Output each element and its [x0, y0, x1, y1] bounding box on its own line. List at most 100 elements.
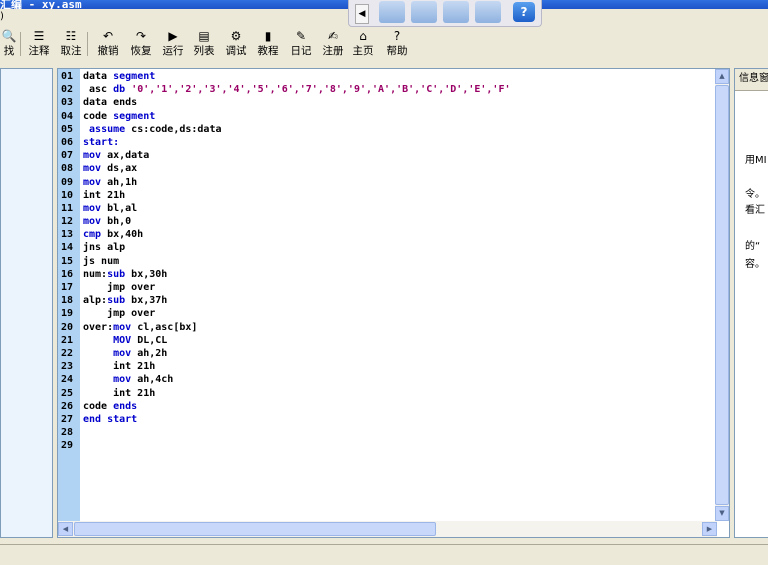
code-line[interactable]: 28: [61, 426, 510, 439]
code-line[interactable]: 02 asc db '0','1','2','3','4','5','6','7…: [61, 83, 510, 96]
code-text: over:: [83, 321, 114, 333]
code-line[interactable]: 06 start:: [61, 136, 510, 149]
code-line[interactable]: 05 assume cs:code,ds:data: [61, 123, 510, 136]
code-editor[interactable]: 01 data segment 02 asc db '0','1','2','3',…: [57, 68, 730, 538]
code-text: data: [83, 71, 114, 82]
toolbar-button-register[interactable]: ✍ 注册: [318, 28, 348, 62]
code-text: jmp over: [83, 308, 156, 320]
code-keyword: start:: [83, 136, 120, 148]
scroll-down-icon[interactable]: ▼: [715, 506, 729, 521]
code-line[interactable]: 13 cmp bx,40h: [61, 228, 510, 241]
info-panel-title: 信息窗: [735, 69, 768, 91]
code-line[interactable]: 26 code ends: [61, 400, 510, 413]
line-number: 07: [61, 150, 74, 162]
toolbar-button-label: 注释: [28, 45, 50, 57]
code-line[interactable]: 16 num:sub bx,30h: [61, 268, 510, 281]
line-number: 03: [61, 97, 74, 109]
help-icon: ?: [393, 29, 401, 43]
line-number: 05: [61, 123, 74, 135]
arrow-left-icon[interactable]: ◀: [355, 4, 369, 24]
export-icon[interactable]: [475, 1, 501, 23]
scroll-left-icon[interactable]: ◀: [58, 522, 73, 536]
code-text: cl,asc[bx]: [131, 321, 198, 333]
code-line[interactable]: 10 int 21h: [61, 189, 510, 202]
code-keyword: segment: [113, 71, 156, 82]
toolbar-button-uncomment[interactable]: ☷ 取注: [56, 28, 86, 62]
line-number: 22: [61, 347, 74, 359]
floating-toolbar: ◀ ?: [348, 0, 542, 27]
info-text: 令。: [745, 189, 765, 200]
code-area[interactable]: 01 data segment 02 asc db '0','1','2','3',…: [61, 70, 510, 452]
code-keyword: mov: [83, 150, 102, 162]
code-line[interactable]: 29: [61, 439, 510, 452]
code-line[interactable]: 04 code segment: [61, 110, 510, 123]
code-line[interactable]: 15 js num: [61, 255, 510, 268]
toolbar-button-label: 恢复: [130, 45, 152, 57]
code-line[interactable]: 25 int 21h: [61, 387, 510, 400]
code-text: int 21h: [83, 189, 126, 201]
code-line[interactable]: 27 end start: [61, 413, 510, 426]
scroll-right-icon[interactable]: ▶: [702, 522, 717, 536]
code-text: int 21h: [83, 387, 156, 399]
toolbar-button-run[interactable]: ▶ 运行: [158, 28, 188, 62]
code-line[interactable]: 11 mov bl,al: [61, 202, 510, 215]
code-line[interactable]: 12 mov bh,0: [61, 215, 510, 228]
vertical-scroll-thumb[interactable]: [715, 85, 729, 505]
code-line[interactable]: 03 data ends: [61, 96, 510, 109]
toolbar-button-diary[interactable]: ✎ 日记: [286, 28, 316, 62]
code-line[interactable]: 22 mov ah,2h: [61, 347, 510, 360]
code-line[interactable]: 24 mov ah,4ch: [61, 373, 510, 386]
code-line[interactable]: 07 mov ax,data: [61, 149, 510, 162]
line-number: 20: [61, 321, 74, 333]
code-keyword: mov: [83, 163, 102, 175]
toolbar-button-undo[interactable]: ↶ 撤销: [93, 28, 123, 62]
code-text: jmp over: [83, 282, 156, 293]
code-text: ax,data: [101, 150, 150, 162]
code-line[interactable]: 20 over:mov cl,asc[bx]: [61, 321, 510, 334]
code-text: ah,1h: [101, 176, 138, 188]
left-panel[interactable]: [0, 68, 53, 538]
code-line[interactable]: 01 data segment: [61, 70, 510, 83]
scroll-up-icon[interactable]: ▲: [715, 69, 729, 84]
code-text: cs:code,ds:data: [125, 123, 222, 135]
users-icon[interactable]: [411, 1, 437, 23]
toolbar-button-debug[interactable]: ⚙ 调试: [221, 28, 251, 62]
toolbar-button-tutorial[interactable]: ▮ 教程: [253, 28, 283, 62]
line-number: 02: [61, 84, 74, 96]
code-line[interactable]: 23 int 21h: [61, 360, 510, 373]
user-check-icon[interactable]: [379, 1, 405, 23]
code-line[interactable]: 17 jmp over: [61, 281, 510, 294]
code-keyword: MOV: [113, 334, 132, 346]
code-keyword: mov: [113, 347, 132, 359]
info-text: 容。: [745, 259, 765, 270]
code-text: bx,40h: [101, 229, 144, 241]
code-line[interactable]: 18 alp:sub bx,37h: [61, 294, 510, 307]
code-text: ah,2h: [131, 347, 168, 359]
toolbar-button-redo[interactable]: ↷ 恢复: [126, 28, 156, 62]
toolbar-button-comment[interactable]: ☰ 注释: [24, 28, 54, 62]
horizontal-scrollbar[interactable]: ◀ ▶: [58, 521, 717, 537]
help-circle-icon[interactable]: ?: [513, 2, 535, 22]
user-icon[interactable]: [443, 1, 469, 23]
code-line[interactable]: 19 jmp over: [61, 307, 510, 320]
toolbar-button-label: 运行: [162, 45, 184, 57]
code-line[interactable]: 14 jns alp: [61, 241, 510, 254]
horizontal-scroll-thumb[interactable]: [74, 522, 436, 536]
toolbar-button-list[interactable]: ▤ 列表: [189, 28, 219, 62]
toolbar-button-home[interactable]: ⌂ 主页: [348, 28, 378, 62]
code-text: code: [83, 400, 114, 412]
vertical-scrollbar[interactable]: ▲ ▼: [715, 69, 729, 521]
code-line[interactable]: 08 mov ds,ax: [61, 162, 510, 175]
toolbar-button-help[interactable]: ? 帮助: [382, 28, 412, 62]
code-keyword: cmp: [83, 229, 102, 241]
code-line[interactable]: 09 mov ah,1h: [61, 176, 510, 189]
toolbar-button-label: 教程: [257, 45, 279, 57]
code-text: int 21h: [83, 361, 156, 373]
code-line[interactable]: 21 MOV DL,CL: [61, 334, 510, 347]
info-text: 的“: [745, 241, 761, 252]
toolbar-separator: [20, 32, 21, 56]
line-number: 26: [61, 400, 74, 412]
